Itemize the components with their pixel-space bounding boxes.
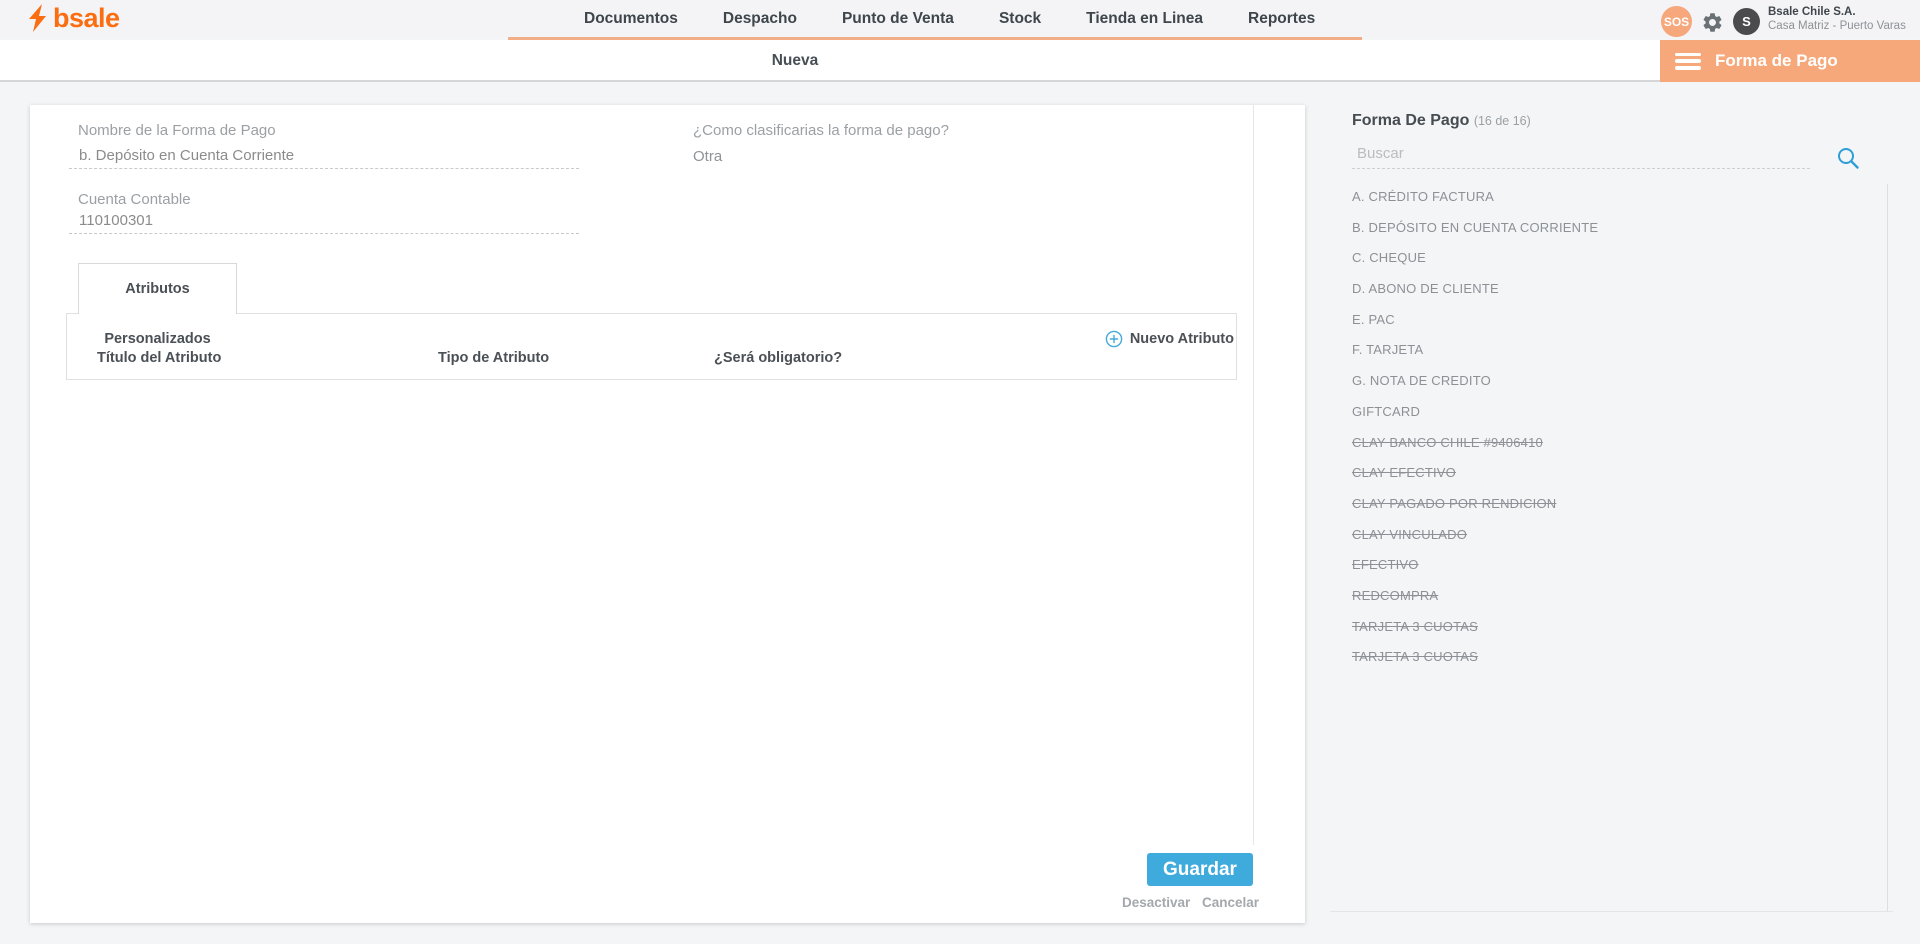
gear-icon[interactable] [1701, 11, 1724, 34]
payment-method-item[interactable]: CLAY BANCO CHILE #9406410 [1352, 428, 1857, 459]
nav-item-despacho[interactable]: Despacho [723, 10, 797, 28]
cancel-link[interactable]: Cancelar [1202, 895, 1259, 910]
payment-method-item[interactable]: CLAY VINCULADO [1352, 520, 1857, 551]
tab-atributos-personalizados[interactable]: Atributos Personalizados [78, 263, 237, 314]
payment-method-item[interactable]: D. ABONO DE CLIENTE [1352, 274, 1857, 305]
bolt-icon [26, 4, 48, 32]
attributes-table: Título del Atributo Tipo de Atributo ¿Se… [66, 313, 1237, 380]
column-header-tipo: Tipo de Atributo [438, 350, 549, 366]
payment-form-card: Nombre de la Forma de Pago Cuenta Contab… [30, 105, 1305, 923]
sub-bar [0, 40, 1920, 82]
payment-method-item[interactable]: C. CHEQUE [1352, 243, 1857, 274]
payment-method-item[interactable]: TARJETA 3 CUOTAS [1352, 612, 1857, 643]
payment-method-item[interactable]: F. TARJETA [1352, 335, 1857, 366]
top-nav: Documentos Despacho Punto de Venta Stock Tie… [584, 0, 1315, 37]
deactivate-link[interactable]: Desactivar [1122, 895, 1190, 910]
user-avatar[interactable]: S [1733, 8, 1760, 35]
search-icon[interactable] [1836, 146, 1860, 170]
payment-method-item[interactable]: E. PAC [1352, 305, 1857, 336]
payment-method-item[interactable]: TARJETA 3 CUOTAS [1352, 642, 1857, 673]
sidebar-title: Forma De Pago (16 de 16) [1352, 112, 1531, 130]
sidebar-scrollbar[interactable] [1887, 184, 1888, 911]
sidebar-count: (16 de 16) [1474, 114, 1531, 128]
classify-value[interactable]: Otra [693, 148, 722, 165]
nav-item-tienda-en-linea[interactable]: Tienda en Linea [1086, 10, 1203, 28]
panel-header: Forma de Pago [1660, 40, 1920, 82]
tab-nueva[interactable]: Nueva [700, 40, 890, 82]
payment-method-item[interactable]: CLAY EFECTIVO [1352, 458, 1857, 489]
payment-method-item[interactable]: G. NOTA DE CREDITO [1352, 366, 1857, 397]
sos-button[interactable]: SOS [1661, 6, 1692, 37]
hamburger-icon[interactable] [1675, 53, 1701, 70]
payment-method-item[interactable]: EFECTIVO [1352, 550, 1857, 581]
sidebar-title-text: Forma De Pago [1352, 112, 1469, 129]
payment-method-item[interactable]: CLAY PAGADO POR RENDICION [1352, 489, 1857, 520]
company-name: Bsale Chile S.A. [1768, 5, 1906, 19]
payment-methods-list: A. CRÉDITO FACTURAB. DEPÓSITO EN CUENTA … [1352, 182, 1857, 673]
bsale-logo[interactable]: bsale [26, 4, 120, 32]
classify-label: ¿Como clasificarias la forma de pago? [693, 122, 949, 139]
name-label: Nombre de la Forma de Pago [78, 122, 276, 139]
panel-title: Forma de Pago [1715, 51, 1838, 71]
payment-method-item[interactable]: REDCOMPRA [1352, 581, 1857, 612]
payment-method-item[interactable]: A. CRÉDITO FACTURA [1352, 182, 1857, 213]
new-attribute-label: Nuevo Atributo [1130, 331, 1234, 347]
nav-item-documentos[interactable]: Documentos [584, 10, 678, 28]
sidebar-bottom-border [1330, 911, 1893, 912]
new-attribute-button[interactable]: Nuevo Atributo [1105, 330, 1234, 348]
company-info[interactable]: Bsale Chile S.A. Casa Matriz - Puerto Va… [1768, 5, 1906, 33]
bsale-app: bsale Documentos Despacho Punto de Venta St… [0, 0, 1920, 944]
card-divider [1253, 105, 1254, 845]
nav-item-punto-de-venta[interactable]: Punto de Venta [842, 10, 954, 28]
nav-item-stock[interactable]: Stock [999, 10, 1041, 28]
payment-method-item[interactable]: B. DEPÓSITO EN CUENTA CORRIENTE [1352, 213, 1857, 244]
account-input[interactable] [69, 208, 579, 234]
nav-item-reportes[interactable]: Reportes [1248, 10, 1315, 28]
brand-name: bsale [53, 4, 120, 32]
search-input[interactable] [1352, 138, 1810, 169]
payment-name-input[interactable] [69, 143, 579, 169]
save-button[interactable]: Guardar [1147, 853, 1253, 886]
branch-name: Casa Matriz - Puerto Varas [1768, 19, 1906, 33]
plus-circle-icon [1105, 330, 1123, 348]
payment-method-item[interactable]: GIFTCARD [1352, 397, 1857, 428]
column-header-obligatorio: ¿Será obligatorio? [714, 350, 842, 366]
account-label: Cuenta Contable [78, 191, 191, 208]
